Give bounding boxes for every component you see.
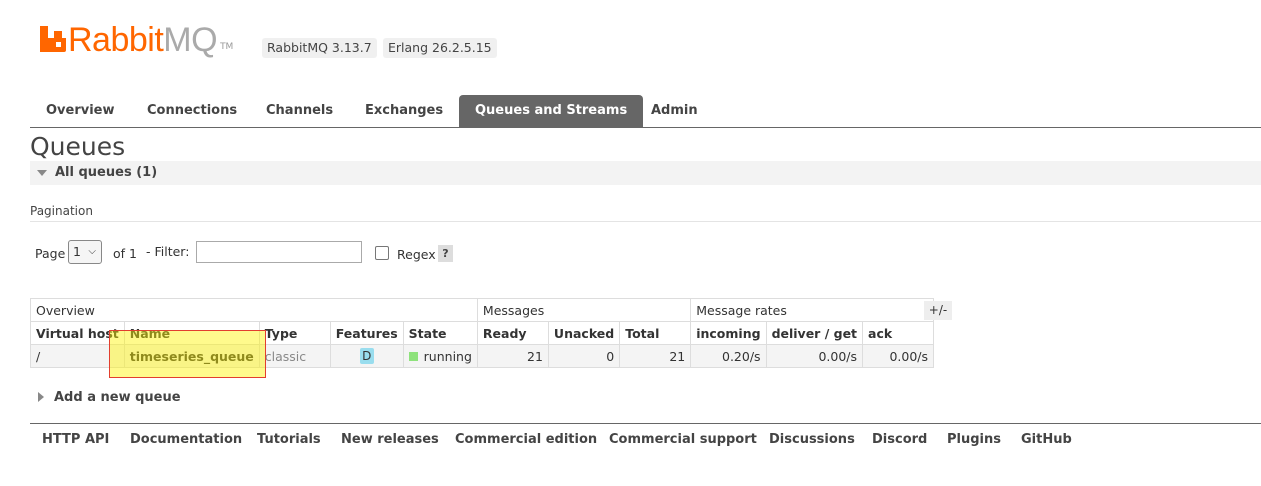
footer-link-tutorials[interactable]: Tutorials: [257, 432, 321, 447]
column-header-deliver-get[interactable]: deliver / get: [765, 321, 864, 345]
cell-total: 21: [619, 344, 692, 368]
chevron-down-icon: ⌵: [88, 246, 96, 257]
column-header-total[interactable]: Total: [619, 321, 692, 345]
tab-admin[interactable]: Admin: [635, 95, 714, 127]
footer-link-http-api[interactable]: HTTP API: [42, 432, 109, 447]
regex-label: Regex: [397, 247, 436, 262]
cell-deliver-get-rate: 0.00/s: [765, 344, 864, 368]
expand-triangle-icon: [38, 392, 44, 402]
main-tabs: Overview Connections Channels Exchanges …: [30, 95, 1261, 128]
footer-divider: [30, 423, 1261, 424]
page-title: Queues: [30, 132, 126, 161]
column-header-incoming[interactable]: incoming: [690, 321, 767, 345]
group-header-message-rates: Message rates: [690, 298, 935, 322]
filter-label: - Filter:: [146, 244, 190, 259]
cell-vhost: /: [30, 344, 125, 368]
table-row[interactable]: / timeseries_queue classic D running 21 …: [30, 344, 935, 368]
column-header-virtual-host[interactable]: Virtual host: [30, 321, 125, 345]
footer-link-plugins[interactable]: Plugins: [947, 432, 1001, 447]
group-header-messages: Messages: [476, 298, 692, 322]
add-new-queue-label: Add a new queue: [54, 390, 181, 405]
column-header-ready[interactable]: Ready: [476, 321, 549, 345]
footer-link-documentation[interactable]: Documentation: [130, 432, 242, 447]
regex-checkbox[interactable]: [375, 246, 389, 260]
cell-ready: 21: [476, 344, 549, 368]
column-header-type[interactable]: Type: [258, 321, 331, 345]
collapse-triangle-icon: [37, 170, 47, 176]
footer-link-github[interactable]: GitHub: [1021, 432, 1072, 447]
footer-link-discussions[interactable]: Discussions: [769, 432, 855, 447]
tab-connections[interactable]: Connections: [131, 95, 253, 127]
footer-link-commercial-edition[interactable]: Commercial edition: [455, 432, 597, 447]
page-label: Page: [35, 246, 66, 261]
running-status-indicator: [408, 351, 418, 361]
pagination-divider: [30, 221, 1261, 222]
cell-incoming-rate: 0.20/s: [690, 344, 767, 368]
tab-queues-and-streams[interactable]: Queues and Streams: [459, 95, 644, 127]
durable-feature-badge[interactable]: D: [359, 348, 374, 364]
cell-type: classic: [258, 344, 331, 368]
queues-table: Overview Messages Message rates Virtual …: [30, 298, 935, 368]
page-select-value: 1: [73, 244, 81, 259]
rabbitmq-logo-icon: [40, 26, 66, 52]
all-queues-title: All queues (1): [55, 165, 158, 180]
logo-trademark: TM: [220, 42, 234, 52]
cell-state: running: [423, 348, 472, 364]
column-header-features: Features: [329, 321, 404, 345]
column-header-state[interactable]: State: [402, 321, 478, 345]
logo-rabbit-text: Rabbit: [68, 21, 164, 59]
footer-link-commercial-support[interactable]: Commercial support: [609, 432, 757, 447]
page-select[interactable]: 1 ⌵: [68, 240, 102, 264]
group-header-overview: Overview: [30, 298, 478, 322]
cell-ack-rate: 0.00/s: [862, 344, 935, 368]
rabbitmq-version-badge: RabbitMQ 3.13.7: [262, 38, 377, 58]
erlang-version-badge: Erlang 26.2.5.15: [383, 38, 497, 58]
tab-channels[interactable]: Channels: [250, 95, 349, 127]
footer-link-new-releases[interactable]: New releases: [341, 432, 439, 447]
footer-link-discord[interactable]: Discord: [872, 432, 927, 447]
column-header-ack[interactable]: ack: [862, 321, 935, 345]
logo-mq-text: MQ: [163, 21, 218, 59]
regex-help-button[interactable]: ?: [438, 245, 453, 262]
cell-unacked: 0: [547, 344, 621, 368]
all-queues-section-header[interactable]: All queues (1): [30, 161, 1261, 185]
rabbitmq-logo[interactable]: RabbitMQ TM: [40, 22, 233, 58]
tab-exchanges[interactable]: Exchanges: [349, 95, 459, 127]
pagination-label: Pagination: [30, 204, 93, 218]
column-header-unacked[interactable]: Unacked: [547, 321, 621, 345]
queue-name-link[interactable]: timeseries_queue: [130, 349, 254, 364]
column-header-name[interactable]: Name: [123, 321, 260, 345]
tab-overview[interactable]: Overview: [30, 95, 131, 127]
column-toggle-button[interactable]: +/-: [924, 301, 952, 320]
filter-input[interactable]: [196, 241, 362, 263]
page-count-label: of 1: [113, 246, 137, 261]
add-new-queue-section[interactable]: Add a new queue: [38, 390, 181, 405]
